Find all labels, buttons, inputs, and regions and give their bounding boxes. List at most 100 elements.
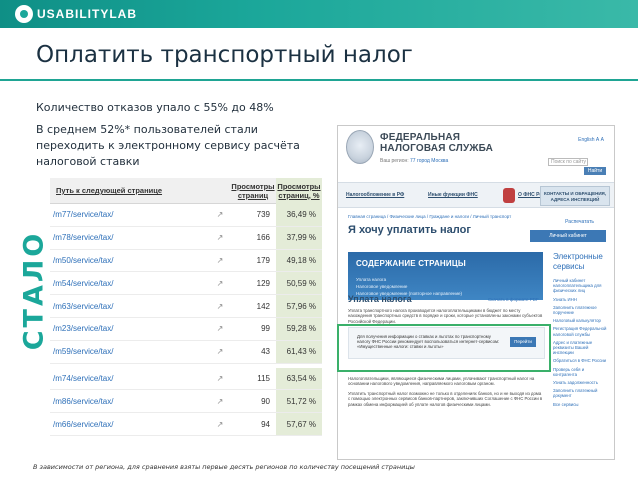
- website-screenshot: ФЕДЕРАЛЬНАЯ НАЛОГОВАЯ СЛУЖБА Ваш регион:…: [337, 125, 615, 460]
- percent-value: 61,43 %: [276, 340, 322, 363]
- table-row: /m78/service/tax/↗ 166 37,99 %: [50, 226, 322, 250]
- table-row: /m50/service/tax/↗ 179 49,18 %: [50, 249, 322, 273]
- e-service-link[interactable]: Заполнить платежное поручение: [553, 305, 609, 315]
- path-link[interactable]: /m50/service/tax/: [50, 256, 210, 265]
- table-row: /m54/service/tax/↗ 129 50,59 %: [50, 272, 322, 296]
- toc-title: СОДЕРЖАНИЕ СТРАНИЦЫ: [356, 259, 466, 268]
- e-service-link[interactable]: Узнать ИНН: [553, 297, 609, 302]
- vertical-label-text: СТАЛО: [18, 230, 50, 350]
- external-link-icon[interactable]: ↗: [210, 233, 230, 242]
- percent-value: 50,59 %: [276, 272, 322, 295]
- table-body: /m77/service/tax/↗ 739 36,49 %/m78/service…: [50, 204, 322, 436]
- e-service-link[interactable]: Личный кабинет налогоплательщика для физ…: [553, 278, 609, 294]
- emblem-icon: [346, 130, 374, 164]
- table-row: /m59/service/tax/↗ 43 61,43 %: [50, 340, 322, 364]
- path-link[interactable]: /m63/service/tax/: [50, 302, 210, 311]
- percent-value: 37,99 %: [276, 226, 322, 249]
- views-value: 115: [257, 373, 270, 383]
- e-service-link[interactable]: Обратиться в ФНС России: [553, 358, 609, 363]
- e-service-link[interactable]: Регистрация Федеральной налоговой службы: [553, 326, 609, 336]
- toc-link[interactable]: Налоговое уведомление: [356, 284, 407, 289]
- table-row: /m66/service/tax/↗ 94 57,67 %: [50, 413, 322, 436]
- print-link[interactable]: Распечатать: [565, 219, 594, 225]
- views-value: 739: [256, 210, 270, 220]
- table-row: /m74/service/tax/↗ 115 63,54 %: [50, 367, 322, 391]
- external-link-icon[interactable]: ↗: [210, 324, 230, 333]
- external-link-icon[interactable]: ↗: [210, 397, 230, 406]
- contacts-button[interactable]: КОНТАКТЫ И ОБРАЩЕНИЯ, АДРЕСА ИНСПЕКЦИЙ: [540, 186, 610, 206]
- region-selector[interactable]: Ваш регион: 77 город Москва: [380, 158, 448, 164]
- brand-logo: USABILITYLAB: [15, 5, 137, 23]
- site-nav: Налогообложение в РФ Иные функции ФНС О …: [338, 182, 614, 208]
- section-title: Уплата налога: [348, 294, 412, 304]
- table-row: /m63/service/tax/↗ 142 57,96 %: [50, 295, 322, 318]
- column-header-path[interactable]: Путь к следующей странице: [50, 186, 230, 195]
- path-link[interactable]: /m66/service/tax/: [50, 420, 210, 429]
- table-header: Путь к следующей странице Просмотры стра…: [50, 177, 322, 204]
- external-link-icon[interactable]: ↗: [210, 210, 230, 219]
- path-link[interactable]: /m86/service/tax/: [50, 397, 210, 406]
- table-row: /m86/service/tax/↗ 90 51,72 %: [50, 390, 322, 414]
- path-link[interactable]: /m23/service/tax/: [50, 324, 210, 333]
- logo-icon: [15, 5, 33, 23]
- page-contents-box: СОДЕРЖАНИЕ СТРАНИЦЫ Уплата налога Налого…: [348, 252, 543, 300]
- pdf-link[interactable]: Скачать в формате PDF: [488, 297, 539, 302]
- views-value: 99: [261, 324, 270, 334]
- site-title: ФЕДЕРАЛЬНАЯ НАЛОГОВАЯ СЛУЖБА: [380, 132, 494, 154]
- highlight-box: [337, 324, 551, 372]
- percent-value: 36,49 %: [276, 204, 322, 226]
- logo-text: USABILITYLAB: [37, 7, 137, 21]
- table-row: /m23/service/tax/↗ 99 59,28 %: [50, 317, 322, 341]
- e-service-link[interactable]: Адрес и платежные реквизиты Вашей инспек…: [553, 340, 609, 356]
- e-service-link[interactable]: Все сервисы: [553, 402, 609, 407]
- path-link[interactable]: /m74/service/tax/: [50, 374, 210, 383]
- external-link-icon[interactable]: ↗: [210, 420, 230, 429]
- e-service-link[interactable]: Налоговый калькулятор: [553, 318, 609, 323]
- nav-item-taxation[interactable]: Налогообложение в РФ: [346, 192, 404, 198]
- path-link[interactable]: /m59/service/tax/: [50, 347, 210, 356]
- percent-value: 63,54 %: [276, 367, 322, 390]
- search-button[interactable]: Найти: [584, 167, 606, 175]
- coat-of-arms-icon: [503, 188, 515, 203]
- nav-item-functions[interactable]: Иные функции ФНС: [428, 192, 478, 198]
- paragraph: Налогоплательщики, являющиеся физическим…: [348, 376, 535, 387]
- site-header: ФЕДЕРАЛЬНАЯ НАЛОГОВАЯ СЛУЖБА Ваш регион:…: [338, 126, 614, 182]
- toc-link[interactable]: Уплата налога: [356, 277, 386, 282]
- views-value: 43: [261, 347, 270, 357]
- path-link[interactable]: /m77/service/tax/: [50, 210, 210, 219]
- percent-value: 57,96 %: [276, 295, 322, 317]
- vertical-label: СТАЛО: [18, 215, 50, 365]
- header-band: USABILITYLAB: [0, 0, 638, 28]
- title-divider: [0, 79, 638, 81]
- top-links[interactable]: English А А: [578, 137, 604, 143]
- personal-account-button[interactable]: Личный кабинет: [530, 230, 606, 242]
- external-link-icon[interactable]: ↗: [210, 256, 230, 265]
- views-value: 90: [261, 396, 270, 406]
- external-link-icon[interactable]: ↗: [210, 347, 230, 356]
- column-header-views[interactable]: Просмотры страниц: [230, 182, 276, 200]
- search-input[interactable]: Поиск по сайту: [548, 158, 588, 166]
- analytics-table: Путь к следующей странице Просмотры стра…: [50, 177, 322, 456]
- external-link-icon[interactable]: ↗: [210, 374, 230, 383]
- column-header-percent[interactable]: Просмотры страниц, %: [276, 177, 322, 204]
- path-link[interactable]: /m54/service/tax/: [50, 279, 210, 288]
- service-usage-text: В среднем 52%* пользователей стали перех…: [36, 123, 300, 168]
- breadcrumb[interactable]: Главная страница / Физические лица / Гра…: [348, 214, 511, 219]
- region-value[interactable]: 77 город Москва: [410, 158, 448, 164]
- table-row: /m77/service/tax/↗ 739 36,49 %: [50, 204, 322, 227]
- views-value: 142: [256, 301, 270, 311]
- external-link-icon[interactable]: ↗: [210, 302, 230, 311]
- e-service-link[interactable]: Заполнить платежный документ: [553, 388, 609, 398]
- views-value: 129: [256, 278, 270, 288]
- views-value: 94: [261, 419, 270, 429]
- external-link-icon[interactable]: ↗: [210, 279, 230, 288]
- footnote: В зависимости от региона, для сравнения …: [33, 463, 415, 471]
- percent-value: 51,72 %: [276, 390, 322, 413]
- percent-value: 59,28 %: [276, 317, 322, 340]
- percent-value: 49,18 %: [276, 249, 322, 272]
- e-services-title: Электронные сервисы: [553, 252, 603, 271]
- e-service-link[interactable]: Узнать задолженность: [553, 380, 609, 385]
- e-service-link[interactable]: Проверь себя и контрагента: [553, 367, 609, 377]
- path-link[interactable]: /m78/service/tax/: [50, 233, 210, 242]
- views-value: 179: [256, 255, 270, 265]
